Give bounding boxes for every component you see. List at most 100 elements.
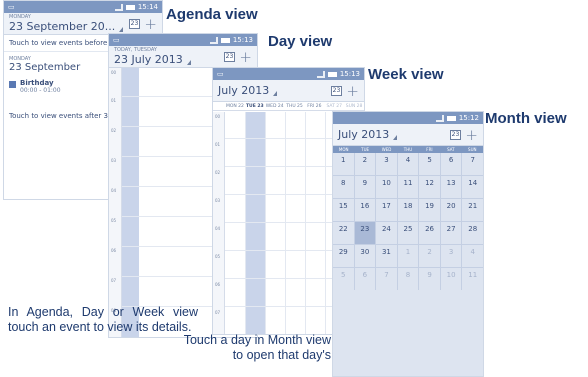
- event-time: 00:00 - 01:00: [20, 87, 61, 94]
- status-bar: ▭ 15:13: [109, 34, 257, 46]
- day-date-selector[interactable]: 23 July 2013: [114, 53, 191, 66]
- day-cell-next-month[interactable]: 9: [419, 268, 440, 290]
- day-cell-next-month[interactable]: 1: [397, 245, 419, 267]
- day-cell-next-month[interactable]: 6: [354, 268, 376, 290]
- today-column[interactable]: [245, 112, 265, 334]
- status-bar: ▭ 15:13: [213, 68, 364, 80]
- day-cell[interactable]: 15: [333, 199, 354, 221]
- day-cell-selected[interactable]: 23: [354, 222, 376, 244]
- today-calendar-icon[interactable]: 23: [129, 19, 140, 29]
- day-cell-next-month[interactable]: 2: [419, 245, 440, 267]
- week-date-selector[interactable]: July 2013: [218, 84, 278, 97]
- dow-label: FRI: [426, 147, 433, 152]
- day-cell[interactable]: 27: [440, 222, 462, 244]
- day-view-title: Day view: [268, 33, 333, 50]
- month-grid: 1 2 3 4 5 6 7 8 9 10 11 12 13 14 15 16 1…: [333, 153, 483, 290]
- calendar-notification-icon: ▭: [113, 36, 120, 44]
- weekday-label[interactable]: SAT 27: [324, 102, 344, 110]
- battery-icon: [446, 115, 456, 121]
- day-cell-next-month[interactable]: 4: [462, 245, 483, 267]
- signal-icon: [316, 70, 325, 78]
- day-cell[interactable]: 3: [376, 153, 397, 175]
- signal-icon: [435, 114, 444, 122]
- day-cell[interactable]: 4: [397, 153, 419, 175]
- today-calendar-icon[interactable]: 23: [331, 86, 342, 96]
- day-cell[interactable]: 30: [354, 245, 376, 267]
- day-cell[interactable]: 21: [462, 199, 483, 221]
- all-day-event-block[interactable]: [122, 68, 139, 337]
- day-cell[interactable]: 2: [354, 153, 376, 175]
- weekday-label[interactable]: FRI 26: [304, 102, 324, 110]
- day-cell-next-month[interactable]: 3: [440, 245, 462, 267]
- dow-label: SUN: [468, 147, 477, 152]
- agenda-day-week-caption: In Agenda, Day or Week view touch an eve…: [8, 305, 198, 334]
- weekday-label[interactable]: SUN 28: [344, 102, 364, 110]
- day-cell-next-month[interactable]: 11: [462, 268, 483, 290]
- day-cell[interactable]: 11: [397, 176, 419, 198]
- event-title: Birthday: [20, 79, 54, 87]
- dow-label: SAT: [447, 147, 455, 152]
- day-cell[interactable]: 7: [462, 153, 483, 175]
- month-view-caption: Touch a day in Month view to open that d…: [183, 333, 331, 362]
- day-cell[interactable]: 14: [462, 176, 483, 198]
- hour-label: 06: [111, 248, 117, 253]
- day-cell[interactable]: 18: [397, 199, 419, 221]
- weekday-label[interactable]: WED 24: [265, 102, 285, 110]
- status-time: 15:14: [137, 3, 158, 11]
- hour-label: 05: [111, 218, 117, 223]
- add-event-icon[interactable]: +: [239, 48, 252, 66]
- day-cell[interactable]: 19: [419, 199, 440, 221]
- week-days-header: MON 22 TUE 23 WED 24 THU 25 FRI 26 SAT 2…: [213, 102, 364, 111]
- week-app-bar: July 2013 23 +: [213, 80, 364, 102]
- day-cell[interactable]: 20: [440, 199, 462, 221]
- day-cell[interactable]: 1: [333, 153, 354, 175]
- battery-icon: [327, 71, 337, 77]
- hour-label: 00: [215, 114, 221, 119]
- hour-label: 04: [215, 226, 221, 231]
- day-app-bar: TODAY, TUESDAY 23 July 2013 23 +: [109, 46, 257, 68]
- month-date-selector[interactable]: July 2013: [338, 128, 398, 141]
- day-cell[interactable]: 31: [376, 245, 397, 267]
- day-cell-next-month[interactable]: 7: [376, 268, 397, 290]
- today-calendar-icon[interactable]: 23: [450, 130, 461, 140]
- week-view-title: Week view: [368, 66, 444, 83]
- day-cell[interactable]: 10: [376, 176, 397, 198]
- month-view-title: Month view: [485, 110, 567, 127]
- day-cell[interactable]: 5: [419, 153, 440, 175]
- dow-label: THU: [403, 147, 413, 152]
- day-cell-next-month[interactable]: 8: [397, 268, 419, 290]
- add-event-icon[interactable]: +: [346, 82, 359, 100]
- day-cell[interactable]: 26: [419, 222, 440, 244]
- day-cell[interactable]: 12: [419, 176, 440, 198]
- battery-icon: [125, 4, 135, 10]
- agenda-app-bar: MONDAY 23 September 20... 23 +: [4, 13, 162, 35]
- status-bar: 15:12: [333, 112, 483, 124]
- dropdown-icon: [393, 135, 398, 140]
- day-cell[interactable]: 22: [333, 222, 354, 244]
- dow-label: WED: [381, 147, 392, 152]
- agenda-date-selector[interactable]: 23 September 20...: [9, 20, 124, 33]
- weekday-label-today[interactable]: TUE 23: [245, 102, 265, 110]
- add-event-icon[interactable]: +: [465, 126, 478, 144]
- day-cell[interactable]: 13: [440, 176, 462, 198]
- weekday-label[interactable]: THU 25: [285, 102, 305, 110]
- day-cell[interactable]: 25: [397, 222, 419, 244]
- day-cell[interactable]: 28: [462, 222, 483, 244]
- today-calendar-icon[interactable]: 23: [224, 52, 235, 62]
- day-cell[interactable]: 9: [354, 176, 376, 198]
- day-cell-next-month[interactable]: 5: [333, 268, 354, 290]
- hour-label: 06: [215, 282, 221, 287]
- day-cell[interactable]: 6: [440, 153, 462, 175]
- hour-label: 03: [111, 158, 117, 163]
- day-cell-next-month[interactable]: 10: [440, 268, 462, 290]
- weekday-label[interactable]: MON 22: [225, 102, 245, 110]
- day-cell[interactable]: 17: [376, 199, 397, 221]
- day-cell[interactable]: 24: [376, 222, 397, 244]
- hour-label: 01: [111, 98, 117, 103]
- event-color-icon: [9, 81, 16, 88]
- day-cell[interactable]: 8: [333, 176, 354, 198]
- day-cell[interactable]: 16: [354, 199, 376, 221]
- status-time: 15:13: [232, 36, 253, 44]
- add-event-icon[interactable]: +: [144, 15, 157, 33]
- day-cell[interactable]: 29: [333, 245, 354, 267]
